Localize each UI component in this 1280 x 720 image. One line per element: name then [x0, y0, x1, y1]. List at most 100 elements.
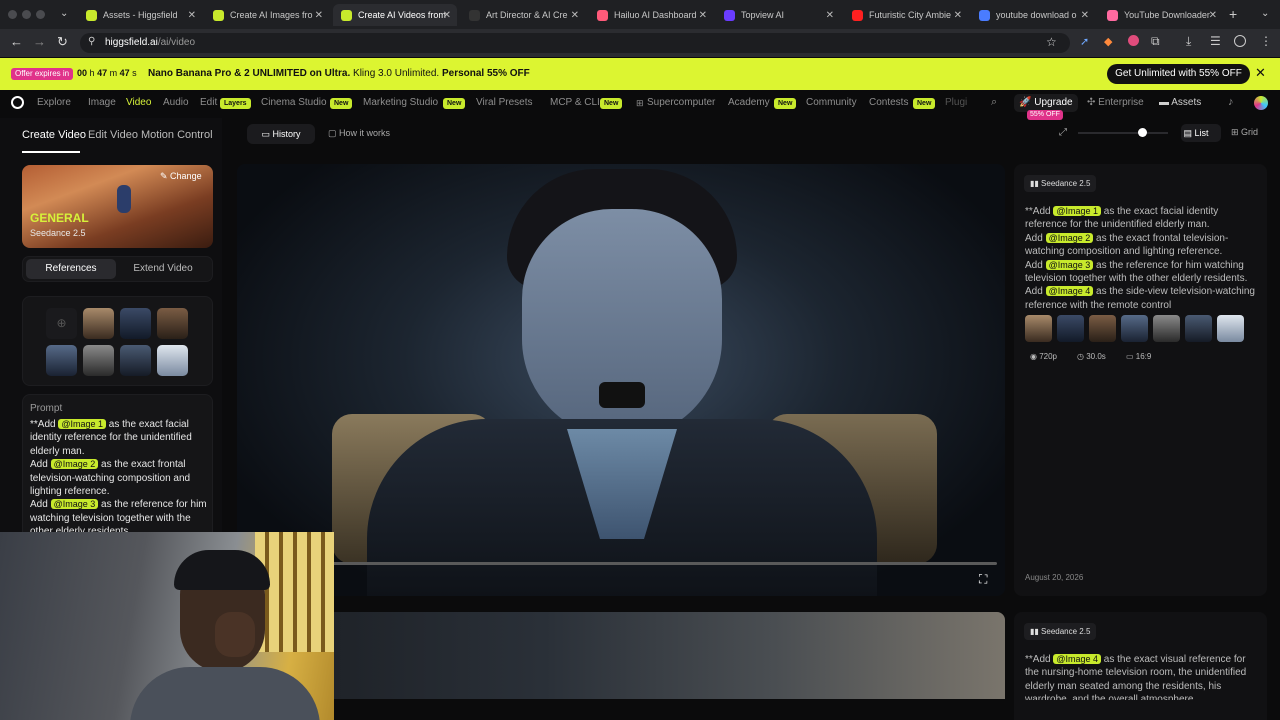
image-reference-tag[interactable]: @Image 2 [50, 459, 99, 470]
image-reference-tag[interactable]: @Image 4 [1045, 286, 1094, 297]
tab-motion-control[interactable]: Motion Control [141, 129, 213, 141]
view-list-button[interactable]: ▤ List [1181, 124, 1221, 142]
close-tab-icon[interactable]: ✕ [954, 10, 962, 21]
nav-item[interactable]: Academy [728, 97, 770, 108]
back-icon[interactable]: ← [10, 34, 23, 49]
close-tab-icon[interactable]: ✕ [1209, 10, 1217, 21]
card1-thumb-4[interactable] [1121, 315, 1148, 342]
card1-thumb-1[interactable] [1025, 315, 1052, 342]
nav-item[interactable]: Viral Presets [476, 97, 533, 108]
video-player-2[interactable] [237, 612, 1005, 699]
nav-item[interactable]: Community [806, 97, 857, 108]
browser-tab[interactable]: YouTube Downloader ✕ [1099, 4, 1223, 26]
reload-icon[interactable]: ↻ [57, 34, 68, 50]
image-reference-tag[interactable]: @Image 3 [1045, 259, 1094, 270]
toggle-extend-video[interactable]: Extend Video [118, 259, 208, 279]
image-reference-tag[interactable]: @Image 1 [1053, 206, 1102, 216]
nav-item[interactable]: Edit [200, 97, 217, 108]
tab-list-chevron-icon[interactable]: ⌄ [60, 8, 68, 19]
browser-tab[interactable]: youtube download o ✕ [971, 4, 1095, 26]
how-it-works-button[interactable]: ▢ How it works [328, 128, 390, 139]
tab-search-chevron-icon[interactable]: ⌄ [1261, 8, 1269, 19]
change-model-button[interactable]: ✎ Change [160, 171, 202, 182]
close-tab-icon[interactable]: ✕ [699, 10, 707, 21]
nav-item[interactable]: Marketing Studio [363, 97, 438, 108]
search-icon[interactable]: ⌕ [991, 96, 997, 109]
prompt-text-part: as the exact frontal [98, 459, 186, 471]
nav-item[interactable]: Contests [869, 97, 908, 108]
tab-title: Futuristic City Ambie [869, 10, 952, 20]
fox-extension-icon[interactable]: ◆ [1104, 35, 1112, 48]
card1-thumb-5[interactable] [1153, 315, 1180, 342]
puzzle-extension-icon[interactable]: ⧉ [1151, 34, 1160, 49]
image-reference-tag[interactable]: @Image 2 [1045, 232, 1094, 243]
reference-thumb-3[interactable] [157, 308, 188, 339]
site-info-icon[interactable]: ⚲ [88, 36, 95, 47]
browser-tab[interactable]: Futuristic City Ambie ✕ [844, 4, 968, 26]
close-tab-icon[interactable]: ✕ [188, 10, 196, 21]
reference-thumb-6[interactable] [120, 345, 151, 376]
card1-thumb-6[interactable] [1185, 315, 1212, 342]
nav-item[interactable]: Plugi [945, 97, 967, 108]
nav-item[interactable]: Supercomputer [647, 97, 715, 108]
reference-thumb-7[interactable] [157, 345, 188, 376]
image-reference-tag[interactable]: @Image 3 [50, 499, 99, 510]
view-grid-button[interactable]: ⊞ Grid [1231, 127, 1258, 138]
profile-icon[interactable] [1234, 35, 1246, 47]
toggle-references[interactable]: References [26, 259, 116, 279]
video-player-1[interactable]: ⛶ [237, 164, 1005, 596]
browser-tab[interactable]: Assets - Higgsfield ✕ [78, 4, 202, 26]
browser-tab[interactable]: Topview AI ✕ [716, 4, 840, 26]
zoom-slider[interactable] [1078, 132, 1168, 134]
image-reference-tag[interactable]: @Image 4 [1053, 654, 1102, 664]
nav-item[interactable]: Cinema Studio [261, 97, 327, 108]
browser-tab[interactable]: Hailuo AI Dashboard ✕ [589, 4, 713, 26]
address-bar[interactable]: ⚲ higgsfield.ai/ai/video ☆ [80, 33, 1070, 53]
tab-create-video[interactable]: Create Video [22, 129, 86, 141]
close-tab-icon[interactable]: ✕ [826, 10, 834, 21]
nav-item[interactable]: Explore [37, 97, 71, 108]
rocket-extension-icon[interactable]: ➚ [1080, 35, 1089, 48]
nav-item[interactable]: Audio [163, 97, 189, 108]
close-promo-icon[interactable]: ✕ [1255, 65, 1266, 81]
reference-thumb-5[interactable] [83, 345, 114, 376]
add-reference-button[interactable]: ⊕ [46, 308, 77, 339]
notifications-icon[interactable]: ♪ [1228, 96, 1234, 108]
download-icon[interactable]: ⤓ [1186, 34, 1191, 49]
kebab-menu-icon[interactable]: ⋮ [1260, 34, 1272, 48]
nav-item[interactable]: Video [126, 97, 151, 108]
nav-item[interactable]: MCP & CLI [550, 97, 600, 108]
browser-tab[interactable]: Create AI Videos from ✕ [333, 4, 457, 26]
enterprise-link[interactable]: ✣ Enterprise [1087, 97, 1144, 108]
card1-thumb-2[interactable] [1057, 315, 1084, 342]
avatar[interactable] [1254, 96, 1268, 110]
video-progress-track[interactable] [251, 562, 997, 565]
close-tab-icon[interactable]: ✕ [315, 10, 323, 21]
new-tab-button[interactable]: + [1229, 6, 1237, 22]
menu-lines-icon[interactable]: ☰ [1210, 34, 1221, 48]
close-tab-icon[interactable]: ✕ [571, 10, 579, 21]
reference-thumb-1[interactable] [83, 308, 114, 339]
tab-edit-video[interactable]: Edit Video [88, 129, 138, 141]
close-tab-icon[interactable]: ✕ [443, 10, 451, 21]
card1-thumb-7[interactable] [1217, 315, 1244, 342]
shield-extension-icon[interactable] [1128, 35, 1139, 46]
card1-thumb-3[interactable] [1089, 315, 1116, 342]
close-tab-icon[interactable]: ✕ [1081, 10, 1089, 21]
image-reference-tag[interactable]: @Image 1 [58, 419, 107, 429]
zoom-slider-handle[interactable] [1138, 128, 1147, 137]
higgsfield-logo-icon[interactable] [11, 96, 24, 109]
reference-thumb-2[interactable] [120, 308, 151, 339]
history-button[interactable]: ▭ History [247, 124, 315, 144]
bookmark-star-icon[interactable]: ☆ [1046, 35, 1057, 49]
browser-tab[interactable]: Art Director & AI Cre ✕ [461, 4, 585, 26]
model-card[interactable]: ✎ Change GENERAL Seedance 2.5 [22, 165, 213, 248]
expand-icon[interactable]: ⤢ [1059, 127, 1067, 138]
nav-item[interactable]: Image [88, 97, 116, 108]
get-unlimited-button[interactable]: Get Unlimited with 55% OFF [1107, 64, 1250, 84]
reference-thumb-4[interactable] [46, 345, 77, 376]
forward-icon[interactable]: → [33, 34, 46, 49]
browser-tab[interactable]: Create AI Images fro ✕ [205, 4, 329, 26]
fullscreen-icon[interactable]: ⛶ [979, 572, 987, 587]
assets-link[interactable]: ▬ Assets [1159, 97, 1201, 108]
